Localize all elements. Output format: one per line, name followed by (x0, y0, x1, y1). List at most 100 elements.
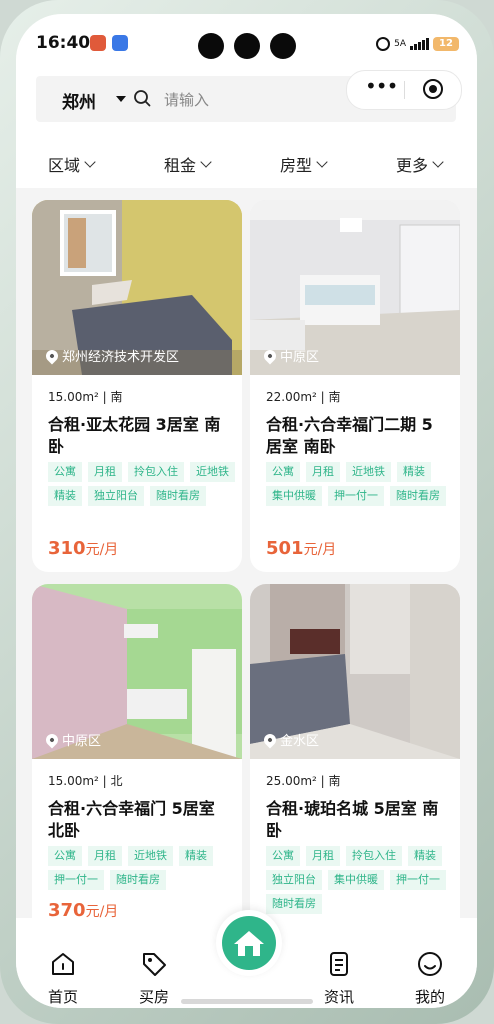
nav-label: 首页 (47, 988, 78, 1006)
listing-photo: 中原区 (250, 200, 460, 375)
listing-card[interactable]: 中原区 22.00m² | 南 合租·六合幸福门二期 5居室 南卧 公寓 月租 … (250, 200, 460, 572)
price-value: 310 (48, 538, 86, 559)
district-text: 中原区 (280, 350, 320, 365)
area-orientation: 15.00m² | 北 (48, 774, 123, 788)
miniprogram-capsule: ••• (346, 70, 462, 110)
more-icon[interactable]: ••• (365, 76, 398, 99)
listing-card[interactable]: 金水区 25.00m² | 南 合租·琥珀名城 5居室 南卧 公寓 月租 拎包入… (250, 584, 460, 944)
tag-list: 公寓 月租 近地铁 精装 集中供暖 押一付一 随时看房 (266, 462, 456, 506)
camera-cutout (198, 33, 224, 59)
listing-title: 合租·亚太花园 3居室 南卧 (48, 415, 221, 456)
listing-title: 合租·琥珀名城 5居室 南卧 (266, 799, 439, 840)
tag-list: 公寓 月租 拎包入住 近地铁 精装 独立阳台 随时看房 (48, 462, 238, 506)
network-label: 5A (394, 39, 406, 49)
filter-rent[interactable]: 租金 (164, 152, 212, 176)
tag: 集中供暖 (266, 486, 322, 506)
notification-bulb-icon (112, 35, 128, 51)
tag: 公寓 (48, 462, 82, 482)
search-icon (134, 90, 151, 107)
tag: 押一付一 (328, 486, 384, 506)
location-label: 金水区 (261, 730, 320, 749)
tag: 月租 (88, 462, 122, 482)
nav-label: 买房 (138, 988, 169, 1006)
filter-area[interactable]: 区域 (48, 152, 96, 176)
filter-label: 房型 (280, 156, 313, 175)
nav-buy[interactable]: 买房 (124, 950, 184, 1007)
tag: 公寓 (266, 462, 300, 482)
house-fab-icon (222, 916, 276, 970)
capsule-divider (404, 81, 405, 99)
status-indicators: 5A 12 (376, 34, 459, 54)
area-orientation: 22.00m² | 南 (266, 390, 341, 404)
camera-cutout (270, 33, 296, 59)
tag: 月租 (88, 846, 122, 866)
top-bar: 郑州 请输入 ••• 区域 租金 房型 更多 (16, 70, 477, 188)
area-orientation: 15.00m² | 南 (48, 390, 123, 404)
filter-more[interactable]: 更多 (396, 152, 444, 176)
tag: 精装 (48, 486, 82, 506)
close-target-icon[interactable] (423, 79, 443, 99)
listing-title: 合租·六合幸福门二期 5居室 南卧 (266, 415, 433, 456)
price-value: 501 (266, 538, 304, 559)
tag: 集中供暖 (328, 870, 384, 890)
filter-bar: 区域 租金 房型 更多 (16, 142, 477, 186)
tag: 精装 (397, 462, 431, 482)
status-time: 16:40 (36, 33, 91, 53)
alarm-icon (376, 37, 391, 51)
chevron-down-icon (316, 156, 328, 168)
price: 310元/月 (48, 538, 118, 559)
location-pin-icon (261, 347, 279, 364)
tag: 押一付一 (390, 870, 446, 890)
caret-down-icon[interactable] (116, 96, 126, 102)
nav-mine[interactable]: 我的 (400, 950, 460, 1007)
location-pin-icon (261, 731, 279, 748)
listing-card[interactable]: 中原区 15.00m² | 北 合租·六合幸福门 5居室 北卧 公寓 月租 近地… (32, 584, 242, 944)
house-fab-button[interactable] (216, 910, 282, 976)
tag: 拎包入住 (346, 846, 402, 866)
search-input[interactable]: 请输入 (164, 89, 209, 110)
tag: 近地铁 (346, 462, 391, 482)
filter-label: 租金 (164, 156, 197, 175)
district-text: 金水区 (280, 734, 320, 749)
tag: 随时看房 (390, 486, 446, 506)
screen: 16:40 5A 12 郑州 请输入 ••• 区域 租金 房型 更多 郑州经济技… (16, 14, 477, 1008)
location-pin-icon (43, 731, 61, 748)
tag: 精装 (179, 846, 213, 866)
listing-title: 合租·六合幸福门 5居室 北卧 (48, 799, 215, 840)
location-label: 中原区 (43, 730, 102, 749)
nav-label: 资讯 (323, 988, 354, 1006)
tag-list: 公寓 月租 拎包入住 精装 独立阳台 集中供暖 押一付一 随时看房 (266, 846, 456, 914)
smiley-icon (418, 952, 442, 976)
filter-label: 更多 (396, 156, 429, 175)
camera-cutout (234, 33, 260, 59)
tag: 精装 (408, 846, 442, 866)
tag: 近地铁 (190, 462, 235, 482)
tag: 月租 (306, 462, 340, 482)
listing-photo: 中原区 (32, 584, 242, 759)
listing-card[interactable]: 郑州经济技术开发区 15.00m² | 南 合租·亚太花园 3居室 南卧 公寓 … (32, 200, 242, 572)
district-text: 中原区 (62, 734, 102, 749)
listing-photo: 郑州经济技术开发区 (32, 200, 242, 375)
tag-icon (143, 953, 166, 976)
city-selector[interactable]: 郑州 (62, 88, 96, 113)
price: 501元/月 (266, 538, 336, 559)
tag: 月租 (306, 846, 340, 866)
price-unit: 元/月 (85, 542, 119, 558)
filter-room-type[interactable]: 房型 (280, 152, 328, 176)
tag: 近地铁 (128, 846, 173, 866)
document-icon (330, 952, 348, 976)
tag: 公寓 (48, 846, 82, 866)
location-label: 郑州经济技术开发区 (43, 346, 179, 365)
signal-icon (410, 38, 429, 50)
home-indicator (181, 999, 313, 1004)
home-outline-icon (52, 953, 74, 975)
chevron-down-icon (432, 156, 444, 168)
nav-home[interactable]: 首页 (33, 950, 93, 1007)
nav-label: 我的 (414, 988, 445, 1006)
area-orientation: 25.00m² | 南 (266, 774, 341, 788)
tag: 拎包入住 (128, 462, 184, 482)
tag: 随时看房 (266, 894, 322, 914)
listing-photo: 金水区 (250, 584, 460, 759)
nav-news[interactable]: 资讯 (309, 950, 369, 1007)
tag: 独立阳台 (266, 870, 322, 890)
